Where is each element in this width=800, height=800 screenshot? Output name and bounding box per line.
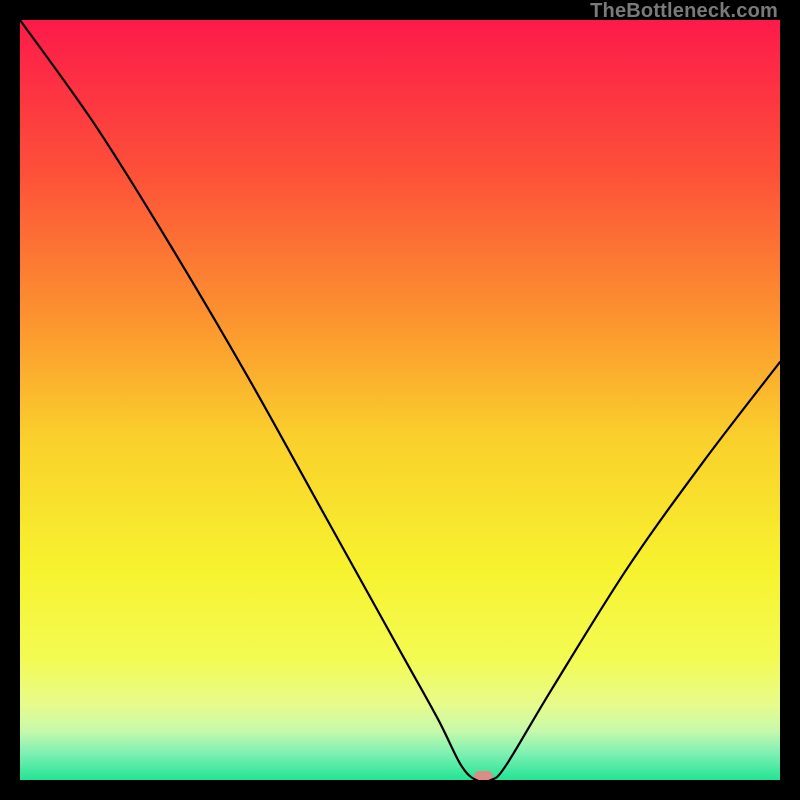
optimum-marker [474,771,493,780]
bottleneck-chart [20,20,780,780]
gradient-background [20,20,780,780]
